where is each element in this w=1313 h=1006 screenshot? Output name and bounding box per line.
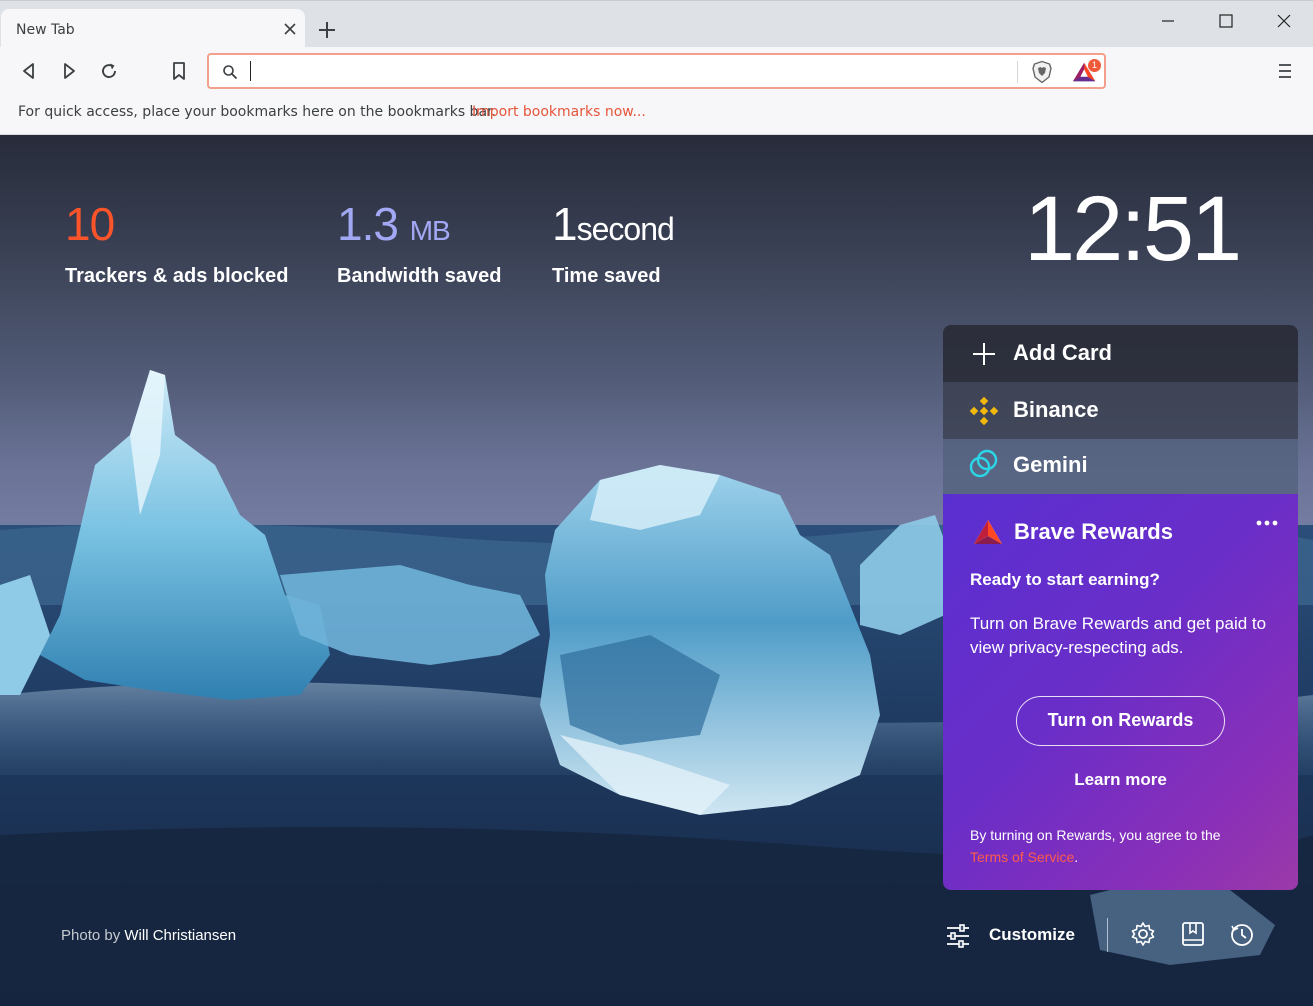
stat-trackers-blocked: 10 Trackers & ads blocked xyxy=(65,201,288,288)
search-icon xyxy=(223,65,238,80)
photo-credit: Photo by Will Christiansen xyxy=(61,927,236,944)
rewards-button[interactable]: 1 xyxy=(1071,59,1101,85)
back-icon[interactable] xyxy=(18,60,40,82)
title-bar: New Tab xyxy=(0,0,1313,48)
learn-more-link[interactable]: Learn more xyxy=(943,770,1298,790)
footer-divider xyxy=(1107,918,1108,952)
forward-icon[interactable] xyxy=(58,60,80,82)
gemini-label: Gemini xyxy=(1013,452,1088,477)
new-tab-button[interactable] xyxy=(316,19,338,41)
photo-author-link[interactable]: Will Christiansen xyxy=(124,927,236,944)
gear-icon[interactable] xyxy=(1129,920,1157,948)
rewards-title: Brave Rewards xyxy=(1014,519,1173,544)
photo-by-label: Photo by xyxy=(61,927,121,944)
new-tab-page: 10 Trackers & ads blocked 1.3 MB Bandwid… xyxy=(0,135,1313,1006)
gemini-logo-icon xyxy=(969,449,998,478)
rewards-heading: Ready to start earning? xyxy=(970,570,1160,589)
stat-value: 1 xyxy=(552,198,578,250)
turn-on-rewards-button[interactable]: Turn on Rewards xyxy=(1016,696,1225,746)
bookmarks-icon[interactable] xyxy=(1179,920,1207,948)
customize-label: Customize xyxy=(989,925,1075,944)
stat-label: Bandwidth saved xyxy=(337,265,502,287)
add-card-button[interactable]: Add Card xyxy=(943,325,1298,382)
cards-widget: Add Card Binance Gemini Brave Rewards Re… xyxy=(943,325,1298,890)
import-bookmarks-link[interactable]: Import bookmarks now... xyxy=(472,104,646,120)
terms-prefix: By turning on Rewards, you agree to the xyxy=(970,827,1221,843)
close-icon[interactable] xyxy=(281,20,299,38)
minimize-button[interactable] xyxy=(1158,11,1178,31)
stat-label: Time saved xyxy=(552,265,661,287)
bookmark-icon[interactable] xyxy=(168,60,190,82)
brave-shield-icon[interactable] xyxy=(1031,60,1053,84)
stat-unit: second xyxy=(576,211,675,247)
stat-value: 1.3 xyxy=(337,198,399,250)
tab-title: New Tab xyxy=(16,22,75,38)
rewards-terms: By turning on Rewards, you agree to the … xyxy=(970,824,1280,868)
brave-rewards-card: Brave Rewards Ready to start earning? Tu… xyxy=(943,494,1298,890)
more-horizontal-icon[interactable] xyxy=(1255,516,1279,530)
window-close-button[interactable] xyxy=(1274,11,1294,31)
stat-time-saved: 1second Time saved xyxy=(552,198,675,288)
bookmarks-bar-message: For quick access, place your bookmarks h… xyxy=(18,104,496,120)
notification-badge: 1 xyxy=(1088,59,1101,72)
stat-bandwidth-saved: 1.3 MB Bandwidth saved xyxy=(337,201,501,288)
maximize-button[interactable] xyxy=(1216,11,1236,31)
binance-logo-icon xyxy=(969,396,999,426)
reload-icon[interactable] xyxy=(98,60,120,82)
rewards-description: Turn on Brave Rewards and get paid to vi… xyxy=(970,614,1267,657)
toolbar: 1 xyxy=(0,47,1313,94)
stat-value: 10 xyxy=(65,198,115,250)
plus-icon xyxy=(973,343,995,365)
gemini-card-tab[interactable]: Gemini xyxy=(943,439,1298,494)
stat-unit: MB xyxy=(409,215,451,246)
history-icon[interactable] xyxy=(1228,920,1256,948)
terms-suffix: . xyxy=(1074,849,1079,865)
binance-label: Binance xyxy=(1013,397,1099,422)
binance-card-tab[interactable]: Binance xyxy=(943,382,1298,439)
tab-new-tab[interactable]: New Tab xyxy=(1,9,305,48)
stat-label: Trackers & ads blocked xyxy=(65,265,289,287)
address-bar[interactable]: 1 xyxy=(207,53,1106,89)
hamburger-menu-icon[interactable] xyxy=(1274,61,1296,81)
address-bar-divider xyxy=(1017,61,1018,83)
sliders-icon xyxy=(947,924,969,948)
bookmarks-bar: For quick access, place your bookmarks h… xyxy=(0,94,1313,135)
bat-rewards-icon xyxy=(974,520,1002,544)
clock: 12:51 xyxy=(1024,178,1242,280)
add-card-label: Add Card xyxy=(1013,340,1112,365)
text-caret xyxy=(250,61,251,81)
terms-of-service-link[interactable]: Terms of Service xyxy=(970,849,1074,865)
